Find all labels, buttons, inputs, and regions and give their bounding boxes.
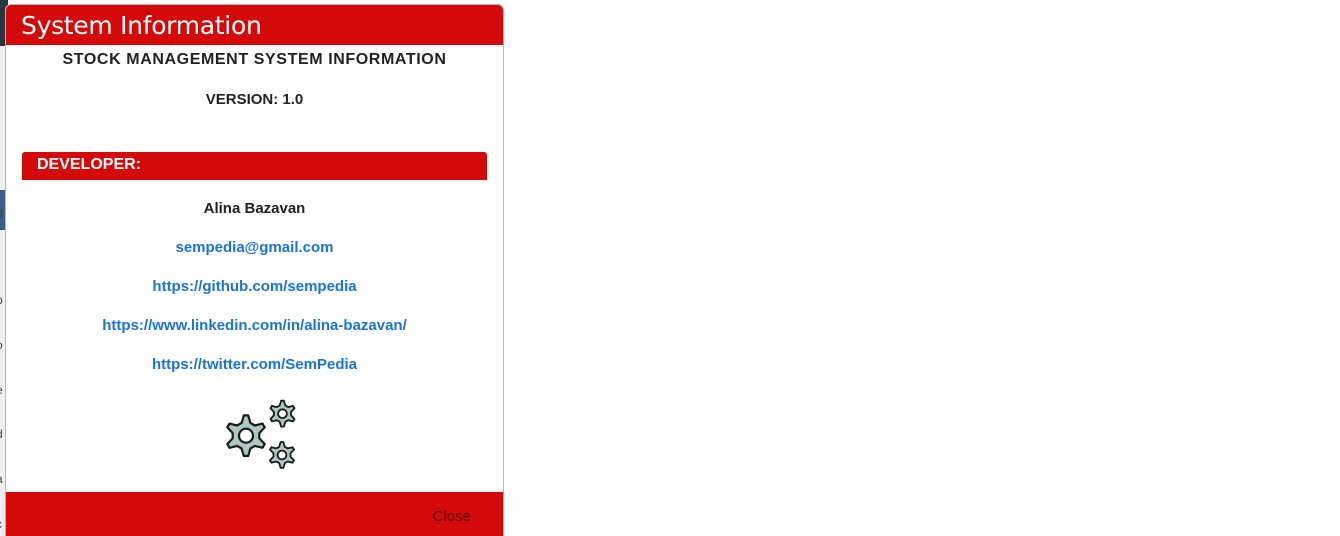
system-title: STOCK MANAGEMENT SYSTEM INFORMATION xyxy=(62,51,447,68)
developer-heading: DEVELOPER: xyxy=(22,152,487,180)
dialog-title: System Information xyxy=(6,5,503,45)
developer-name: Alina Bazavan xyxy=(203,200,306,217)
system-info-dialog: System Information STOCK MANAGEMENT SYST… xyxy=(5,4,504,536)
linkedin-link[interactable]: https://www.linkedin.com/in/alina-bazava… xyxy=(6,317,503,334)
close-button[interactable]: Close xyxy=(433,508,471,525)
dialog-footer: Close xyxy=(6,492,503,536)
email-link[interactable]: sempedia@gmail.com xyxy=(6,239,503,256)
large-gear xyxy=(226,414,266,458)
small-gear-top xyxy=(269,399,296,428)
twitter-link[interactable]: https://twitter.com/SemPedia xyxy=(6,356,503,373)
version-label: VERSION: 1.0 xyxy=(205,91,304,108)
gears-icon xyxy=(226,399,296,469)
small-gear-bottom xyxy=(269,441,295,469)
github-link[interactable]: https://github.com/sempedia xyxy=(6,278,503,295)
